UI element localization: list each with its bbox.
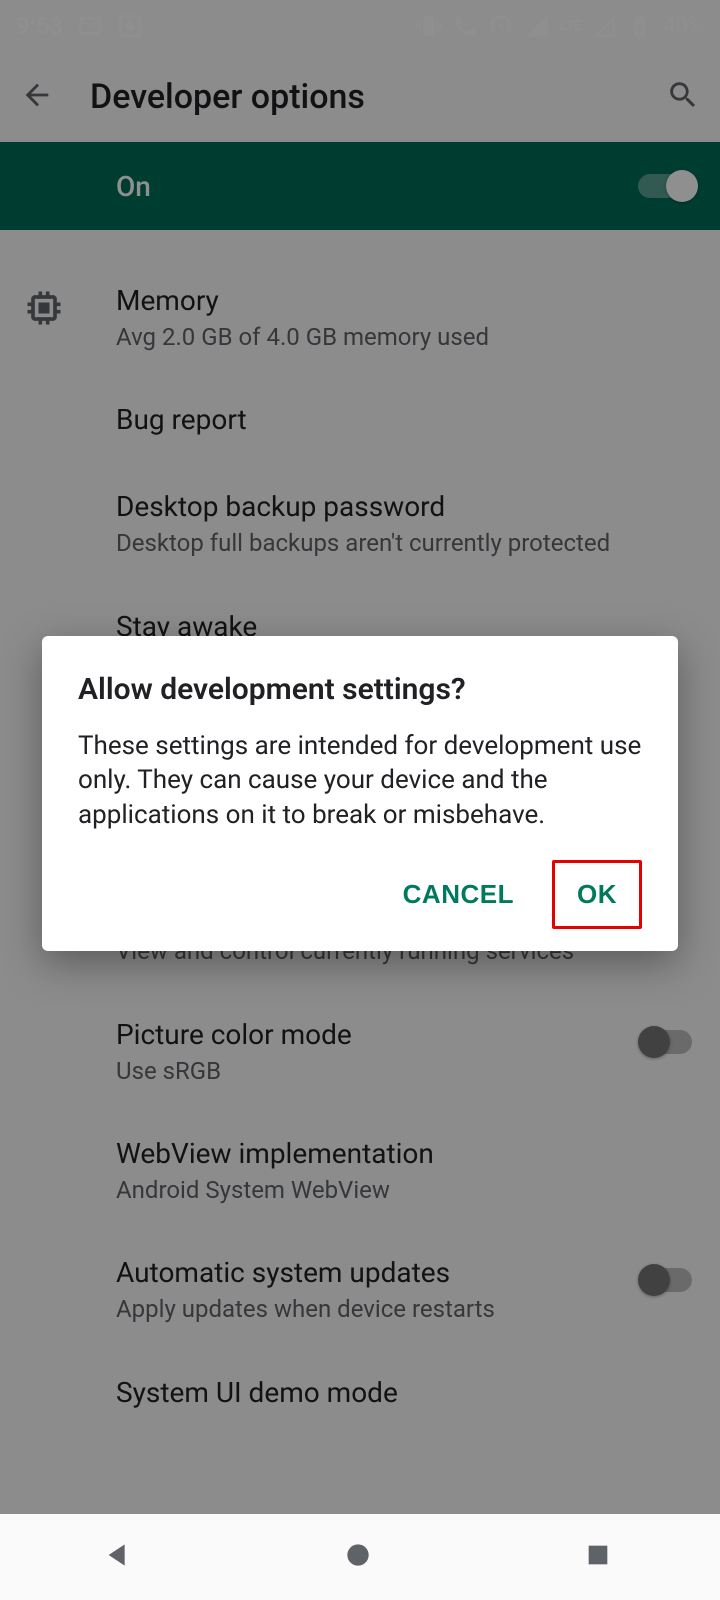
dialog-title: Allow development settings?: [78, 672, 642, 707]
ok-highlight: OK: [552, 860, 642, 929]
ok-button[interactable]: OK: [559, 869, 635, 920]
allow-development-dialog: Allow development settings? These settin…: [42, 636, 678, 951]
nav-home-button[interactable]: [342, 1539, 378, 1575]
dialog-actions: CANCEL OK: [78, 860, 642, 929]
dialog-body: These settings are intended for developm…: [78, 729, 642, 832]
system-nav-bar: [0, 1514, 720, 1600]
nav-recent-button[interactable]: [582, 1539, 618, 1575]
cancel-button[interactable]: CANCEL: [385, 865, 532, 924]
nav-back-button[interactable]: [102, 1539, 138, 1575]
